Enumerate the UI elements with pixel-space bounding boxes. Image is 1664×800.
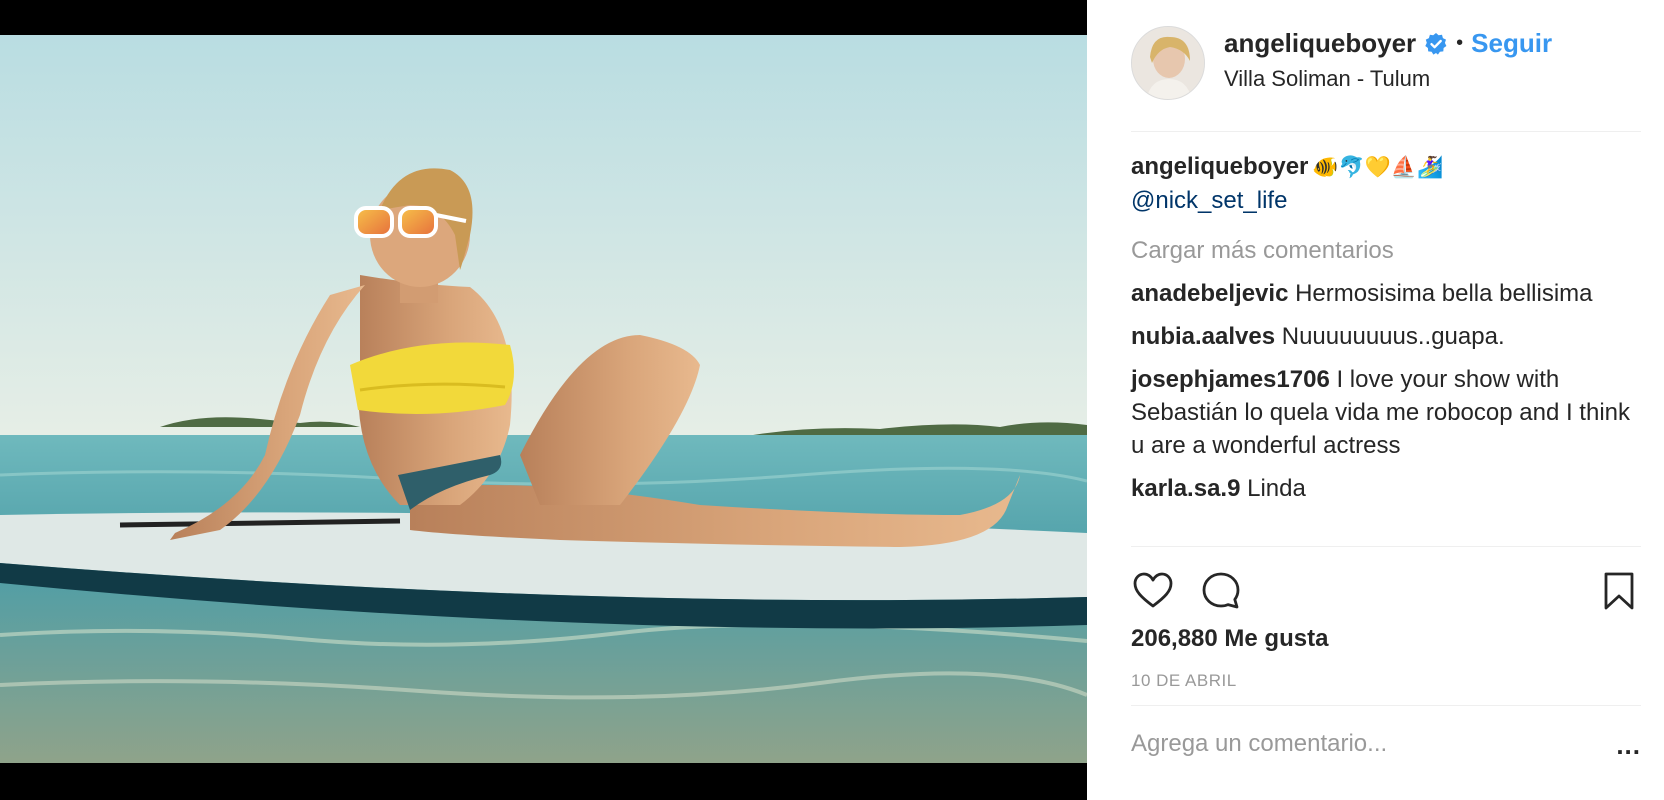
likes-count[interactable]: 206,880 Me gusta (1131, 625, 1328, 653)
post-date[interactable]: 10 DE ABRIL (1131, 671, 1237, 691)
post-author-username[interactable]: angeliqueboyer (1224, 28, 1416, 59)
comment-username[interactable]: nubia.aalves (1131, 323, 1275, 350)
comments-section: angeliqueboyer 🐠🐬💛⛵🏄‍♀️ @nick_set_life Ca… (1131, 150, 1641, 505)
comment-bubble-icon (1202, 572, 1240, 609)
separator-dot: • (1456, 32, 1464, 54)
header-user-row: angeliqueboyer • Seguir (1224, 28, 1552, 59)
comment-text: Hermosisima bella bellisima (1295, 280, 1593, 307)
caption-username[interactable]: angeliqueboyer (1131, 153, 1308, 180)
comment-item: anadebeljevic Hermosisima bella bellisim… (1131, 277, 1641, 310)
caption-emojis: 🐠🐬💛⛵🏄‍♀️ (1312, 155, 1444, 179)
add-comment-bar: ... (1131, 730, 1641, 770)
comment-username[interactable]: karla.sa.9 (1131, 475, 1240, 502)
comment-item: karla.sa.9 Linda (1131, 472, 1641, 505)
add-comment-input[interactable] (1131, 730, 1571, 758)
save-button[interactable] (1597, 569, 1641, 613)
more-options-button[interactable]: ... (1616, 730, 1641, 761)
bookmark-icon (1604, 572, 1634, 610)
post-photo[interactable] (0, 35, 1087, 763)
verified-badge-icon (1424, 32, 1448, 56)
post-image (0, 35, 1087, 763)
comment-username[interactable]: anadebeljevic (1131, 280, 1288, 307)
post-location[interactable]: Villa Soliman - Tulum (1224, 66, 1430, 92)
heart-icon (1133, 572, 1173, 608)
comment-text: Nuuuuuuuus..guapa. (1281, 323, 1505, 350)
follow-button[interactable]: Seguir (1471, 28, 1552, 59)
caption-mention-link[interactable]: @nick_set_life (1131, 184, 1641, 217)
like-button[interactable] (1131, 569, 1175, 613)
avatar[interactable] (1131, 26, 1205, 100)
caption: angeliqueboyer 🐠🐬💛⛵🏄‍♀️ @nick_set_life (1131, 150, 1641, 217)
post-header: angeliqueboyer • Seguir Villa Soliman - … (1131, 20, 1641, 132)
load-more-comments-button[interactable]: Cargar más comentarios (1131, 234, 1641, 267)
comment-item: nubia.aalves Nuuuuuuuus..guapa. (1131, 320, 1641, 353)
post-sidebar: angeliqueboyer • Seguir Villa Soliman - … (1087, 0, 1664, 800)
comment-button[interactable] (1199, 569, 1243, 613)
post-actions: 206,880 Me gusta 10 DE ABRIL (1131, 546, 1641, 706)
comment-username[interactable]: josephjames1706 (1131, 366, 1330, 393)
photo-area (0, 0, 1087, 800)
comment-item: josephjames1706 I love your show with Se… (1131, 363, 1641, 462)
comment-text: Linda (1247, 475, 1306, 502)
